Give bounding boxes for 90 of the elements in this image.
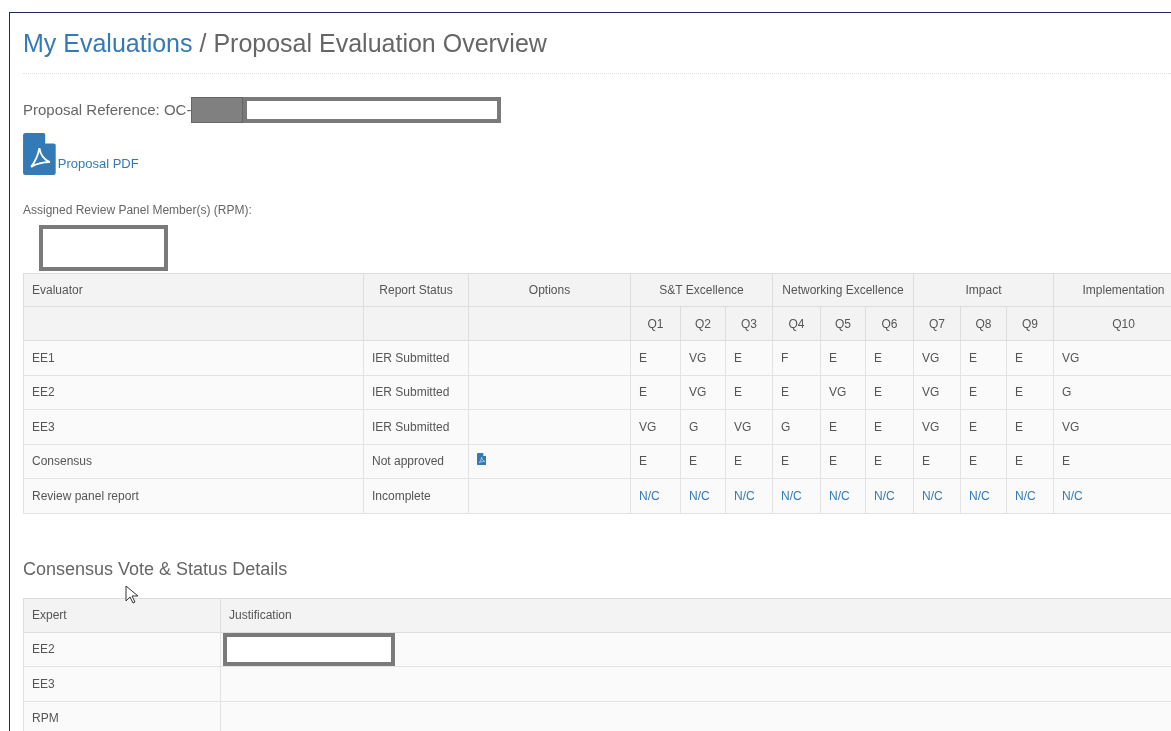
group-header: Implementation <box>1053 273 1171 307</box>
question-header: Q3 <box>725 306 773 341</box>
group-header: S&T Excellence <box>630 273 773 307</box>
score-cell: E <box>874 419 882 434</box>
score-cell: E <box>969 454 977 469</box>
question-header: Q2 <box>680 306 726 341</box>
question-header: Q5 <box>820 306 866 341</box>
question-header: Q9 <box>1006 306 1054 341</box>
score-cell: VG <box>1062 350 1080 365</box>
score-cell: G <box>1062 385 1072 400</box>
score-cell: E <box>639 454 647 469</box>
score-cell: E <box>1015 350 1023 365</box>
table-cell: EE2 <box>23 632 221 667</box>
score-cell: E <box>1015 385 1023 400</box>
question-header: Q6 <box>865 306 914 341</box>
score-cell: E <box>874 350 882 365</box>
score-cell: F <box>781 350 789 365</box>
question-header: Q4 <box>772 306 821 341</box>
score-cell: G <box>781 419 791 434</box>
table-cell: EE1 <box>23 340 364 375</box>
score-link[interactable]: N/C <box>922 488 943 503</box>
score-cell: E <box>1062 454 1071 469</box>
score-link[interactable]: N/C <box>689 488 710 503</box>
score-link[interactable]: N/C <box>874 488 895 503</box>
score-cell: VG <box>922 419 940 434</box>
group-header: Impact <box>913 273 1054 307</box>
score-cell: E <box>874 454 882 469</box>
question-header: Q8 <box>960 306 1007 341</box>
table-cell: IER Submitted <box>363 375 469 410</box>
pdf-file-icon[interactable] <box>23 133 56 175</box>
score-cell: E <box>969 350 977 365</box>
table-cell: RPM <box>23 701 221 731</box>
score-cell: E <box>781 385 789 400</box>
score-cell: E <box>689 454 697 469</box>
score-cell: VG <box>689 350 707 365</box>
rpm-label: Assigned Review Panel Member(s) (RPM): <box>23 202 253 219</box>
score-cell: VG <box>829 385 847 400</box>
proposal-reference: Proposal Reference: OC- <box>23 99 192 120</box>
column-header: Evaluator <box>23 273 364 307</box>
score-cell: E <box>1015 454 1023 469</box>
table-cell: Not approved <box>363 444 469 479</box>
score-cell: VG <box>639 419 657 434</box>
table-cell: IER Submitted <box>363 409 469 444</box>
table-cell: Incomplete <box>363 478 469 513</box>
question-header: Q7 <box>913 306 961 341</box>
score-cell: E <box>874 385 882 400</box>
score-cell: E <box>1015 419 1023 434</box>
score-cell: E <box>829 350 837 365</box>
column-header: Expert <box>23 598 221 632</box>
group-header: Networking Excellence <box>772 273 914 307</box>
breadcrumb-link[interactable]: My Evaluations <box>23 29 193 57</box>
score-cell: E <box>829 419 837 434</box>
score-link[interactable]: N/C <box>969 488 990 503</box>
score-cell: E <box>781 454 789 469</box>
score-link[interactable]: N/C <box>1062 488 1083 503</box>
score-link[interactable]: N/C <box>639 488 660 503</box>
score-cell: VG <box>689 385 707 400</box>
score-cell: VG <box>922 385 940 400</box>
score-link[interactable]: N/C <box>781 488 802 503</box>
score-cell: E <box>734 454 742 469</box>
question-header: Q1 <box>630 306 681 341</box>
score-link[interactable]: N/C <box>1015 488 1036 503</box>
table-cell: EE2 <box>23 375 364 410</box>
table-cell: EE3 <box>23 409 364 444</box>
proposal-pdf-link[interactable]: Proposal PDF <box>57 153 139 173</box>
score-cell: VG <box>1062 419 1080 434</box>
score-cell: E <box>829 454 837 469</box>
table-cell: Consensus <box>23 444 364 479</box>
score-cell: VG <box>922 350 940 365</box>
score-cell: G <box>689 419 699 434</box>
pdf-icon[interactable] <box>477 453 487 466</box>
table-cell: Review panel report <box>23 478 364 513</box>
score-cell: E <box>969 385 977 400</box>
page-title: Proposal Evaluation Overview <box>213 29 547 57</box>
score-cell: E <box>734 350 742 365</box>
score-cell: E <box>639 350 647 365</box>
score-cell: VG <box>734 419 752 434</box>
score-cell: E <box>734 385 742 400</box>
score-cell: E <box>639 385 647 400</box>
table-cell: EE3 <box>23 666 221 701</box>
column-header: Report Status <box>363 273 469 307</box>
score-cell: E <box>922 454 930 469</box>
section-title: Consensus Vote & Status Details <box>23 557 289 581</box>
breadcrumb-separator: / <box>198 29 208 57</box>
score-link[interactable]: N/C <box>734 488 755 503</box>
column-header: Options <box>468 273 631 307</box>
score-cell: E <box>969 419 977 434</box>
column-header: Justification <box>220 598 1171 632</box>
score-link[interactable]: N/C <box>829 488 850 503</box>
table-cell: IER Submitted <box>363 340 469 375</box>
